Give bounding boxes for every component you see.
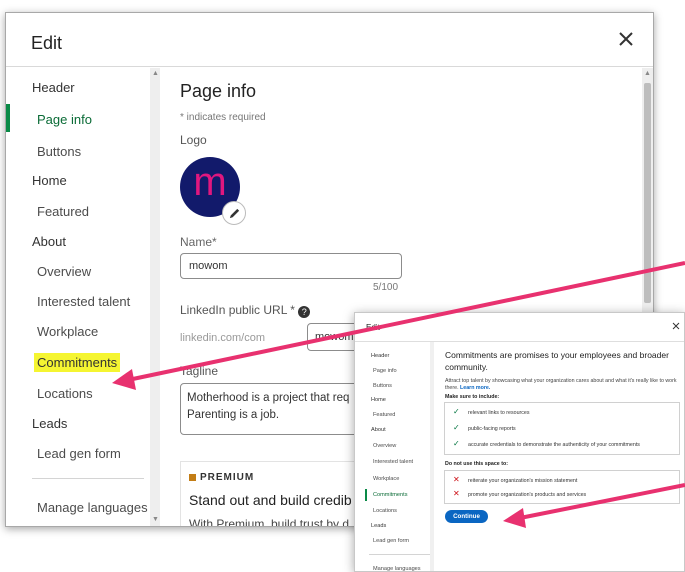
exclude-item: reiterate your organization's mission st… xyxy=(468,478,578,484)
s-nav-item-page-info[interactable]: Page info xyxy=(373,368,397,374)
s-nav-divider xyxy=(369,554,431,555)
nav-item-manage-languages[interactable]: Manage languages xyxy=(37,500,148,515)
nav-item-workplace[interactable]: Workplace xyxy=(37,324,98,339)
nav-item-page-info[interactable]: Page info xyxy=(37,112,92,127)
url-label: LinkedIn public URL * ? xyxy=(180,303,311,318)
nav-item-locations[interactable]: Locations xyxy=(37,386,93,401)
exclude-label: Do not use this space to: xyxy=(445,461,508,467)
edit-logo-button[interactable] xyxy=(222,201,246,225)
second-close-icon[interactable] xyxy=(671,321,681,331)
url-prefix: linkedin.com/com xyxy=(180,332,265,344)
nav-divider xyxy=(32,478,144,479)
premium-icon xyxy=(189,474,196,481)
premium-badge: PREMIUM xyxy=(200,472,255,483)
nav-item-buttons[interactable]: Buttons xyxy=(37,144,81,159)
nav-heading-about: About xyxy=(32,234,66,249)
s-nav-heading-about: About xyxy=(371,427,386,433)
check-icon: ✓ xyxy=(453,423,460,432)
nav-heading-leads: Leads xyxy=(32,416,68,431)
s-nav-item-lead-gen-form[interactable]: Lead gen form xyxy=(373,538,409,544)
s-nav-item-locations[interactable]: Locations xyxy=(373,508,397,514)
name-label: Name* xyxy=(180,235,217,249)
nav-item-commitments[interactable]: Commitments xyxy=(34,353,121,372)
second-header-divider xyxy=(355,341,684,342)
name-value: mowom xyxy=(189,260,228,272)
s-nav-item-overview[interactable]: Overview xyxy=(373,443,396,449)
premium-text: With Premium, build trust by d xyxy=(189,517,350,527)
commitments-description: Attract top talent by showcasing what yo… xyxy=(445,378,680,392)
nav-heading-home: Home xyxy=(32,173,67,188)
include-item: public-facing reports xyxy=(468,426,516,432)
nav-item-interested-talent[interactable]: Interested talent xyxy=(37,294,130,309)
continue-button[interactable]: Continue xyxy=(445,510,488,523)
nav-item-overview[interactable]: Overview xyxy=(37,264,91,279)
name-input[interactable]: mowom xyxy=(180,253,402,279)
check-icon: ✓ xyxy=(453,439,460,448)
pencil-icon xyxy=(229,208,240,219)
content-scroll-thumb[interactable] xyxy=(644,83,651,303)
s-nav-item-buttons[interactable]: Buttons xyxy=(373,383,392,389)
commitments-heading: Commitments are promises to your employe… xyxy=(445,350,669,372)
s-nav-item-interested-talent[interactable]: Interested talent xyxy=(373,459,413,465)
url-value: mowom xyxy=(315,331,354,343)
s-nav-heading-home: Home xyxy=(371,397,386,403)
include-item: accurate credentials to demonstrate the … xyxy=(468,442,640,448)
check-icon: ✓ xyxy=(453,407,460,416)
scroll-down-icon[interactable]: ▼ xyxy=(152,516,159,523)
sidebar-scrollbar[interactable] xyxy=(150,68,160,526)
s-active-indicator xyxy=(365,489,367,501)
logo-letter: m xyxy=(193,160,227,204)
cross-icon: ✕ xyxy=(453,489,460,498)
sidebar-nav: Header Page info Buttons Home Featured A… xyxy=(6,68,160,526)
premium-title: Stand out and build credib xyxy=(189,492,352,508)
required-note: * indicates required xyxy=(180,112,266,123)
tagline-label: Tagline xyxy=(180,364,219,378)
s-nav-item-manage-languages[interactable]: Manage languages xyxy=(373,566,421,571)
s-nav-heading-leads: Leads xyxy=(371,523,387,529)
content-scroll-up-icon[interactable]: ▲ xyxy=(644,70,651,77)
commitments-dialog: Edit Header Page info Buttons Home Featu… xyxy=(354,312,685,572)
s-sidebar-scrollbar[interactable] xyxy=(430,342,434,571)
include-item: relevant links to resources xyxy=(468,410,530,416)
s-nav-item-commitments[interactable]: Commitments xyxy=(373,492,408,498)
s-nav-item-featured[interactable]: Featured xyxy=(373,412,395,418)
s-nav-heading-header: Header xyxy=(371,353,390,359)
logo-label: Logo xyxy=(180,133,207,147)
include-label: Make sure to include: xyxy=(445,394,500,400)
close-icon[interactable] xyxy=(614,27,638,51)
cross-icon: ✕ xyxy=(453,475,460,484)
tagline-value: Motherhood is a project that req Parenti… xyxy=(187,392,350,421)
s-nav-item-workplace[interactable]: Workplace xyxy=(373,476,399,482)
url-label-text: LinkedIn public URL * xyxy=(180,303,295,317)
active-indicator xyxy=(6,104,10,132)
nav-item-featured[interactable]: Featured xyxy=(37,204,89,219)
nav-heading-header: Header xyxy=(32,80,75,95)
page-info-heading: Page info xyxy=(180,81,257,101)
dialog-title: Edit xyxy=(31,33,63,53)
exclude-item: promote your organization's products and… xyxy=(468,492,587,498)
learn-more-link[interactable]: Learn more. xyxy=(460,385,490,391)
scroll-up-icon[interactable]: ▲ xyxy=(152,70,159,77)
nav-item-lead-gen-form[interactable]: Lead gen form xyxy=(37,446,121,461)
dialog-header: Edit xyxy=(6,13,653,67)
help-icon[interactable]: ? xyxy=(298,306,311,318)
second-dialog-title: Edit xyxy=(366,323,380,332)
name-counter: 5/100 xyxy=(373,282,399,293)
exclude-box xyxy=(444,470,680,504)
